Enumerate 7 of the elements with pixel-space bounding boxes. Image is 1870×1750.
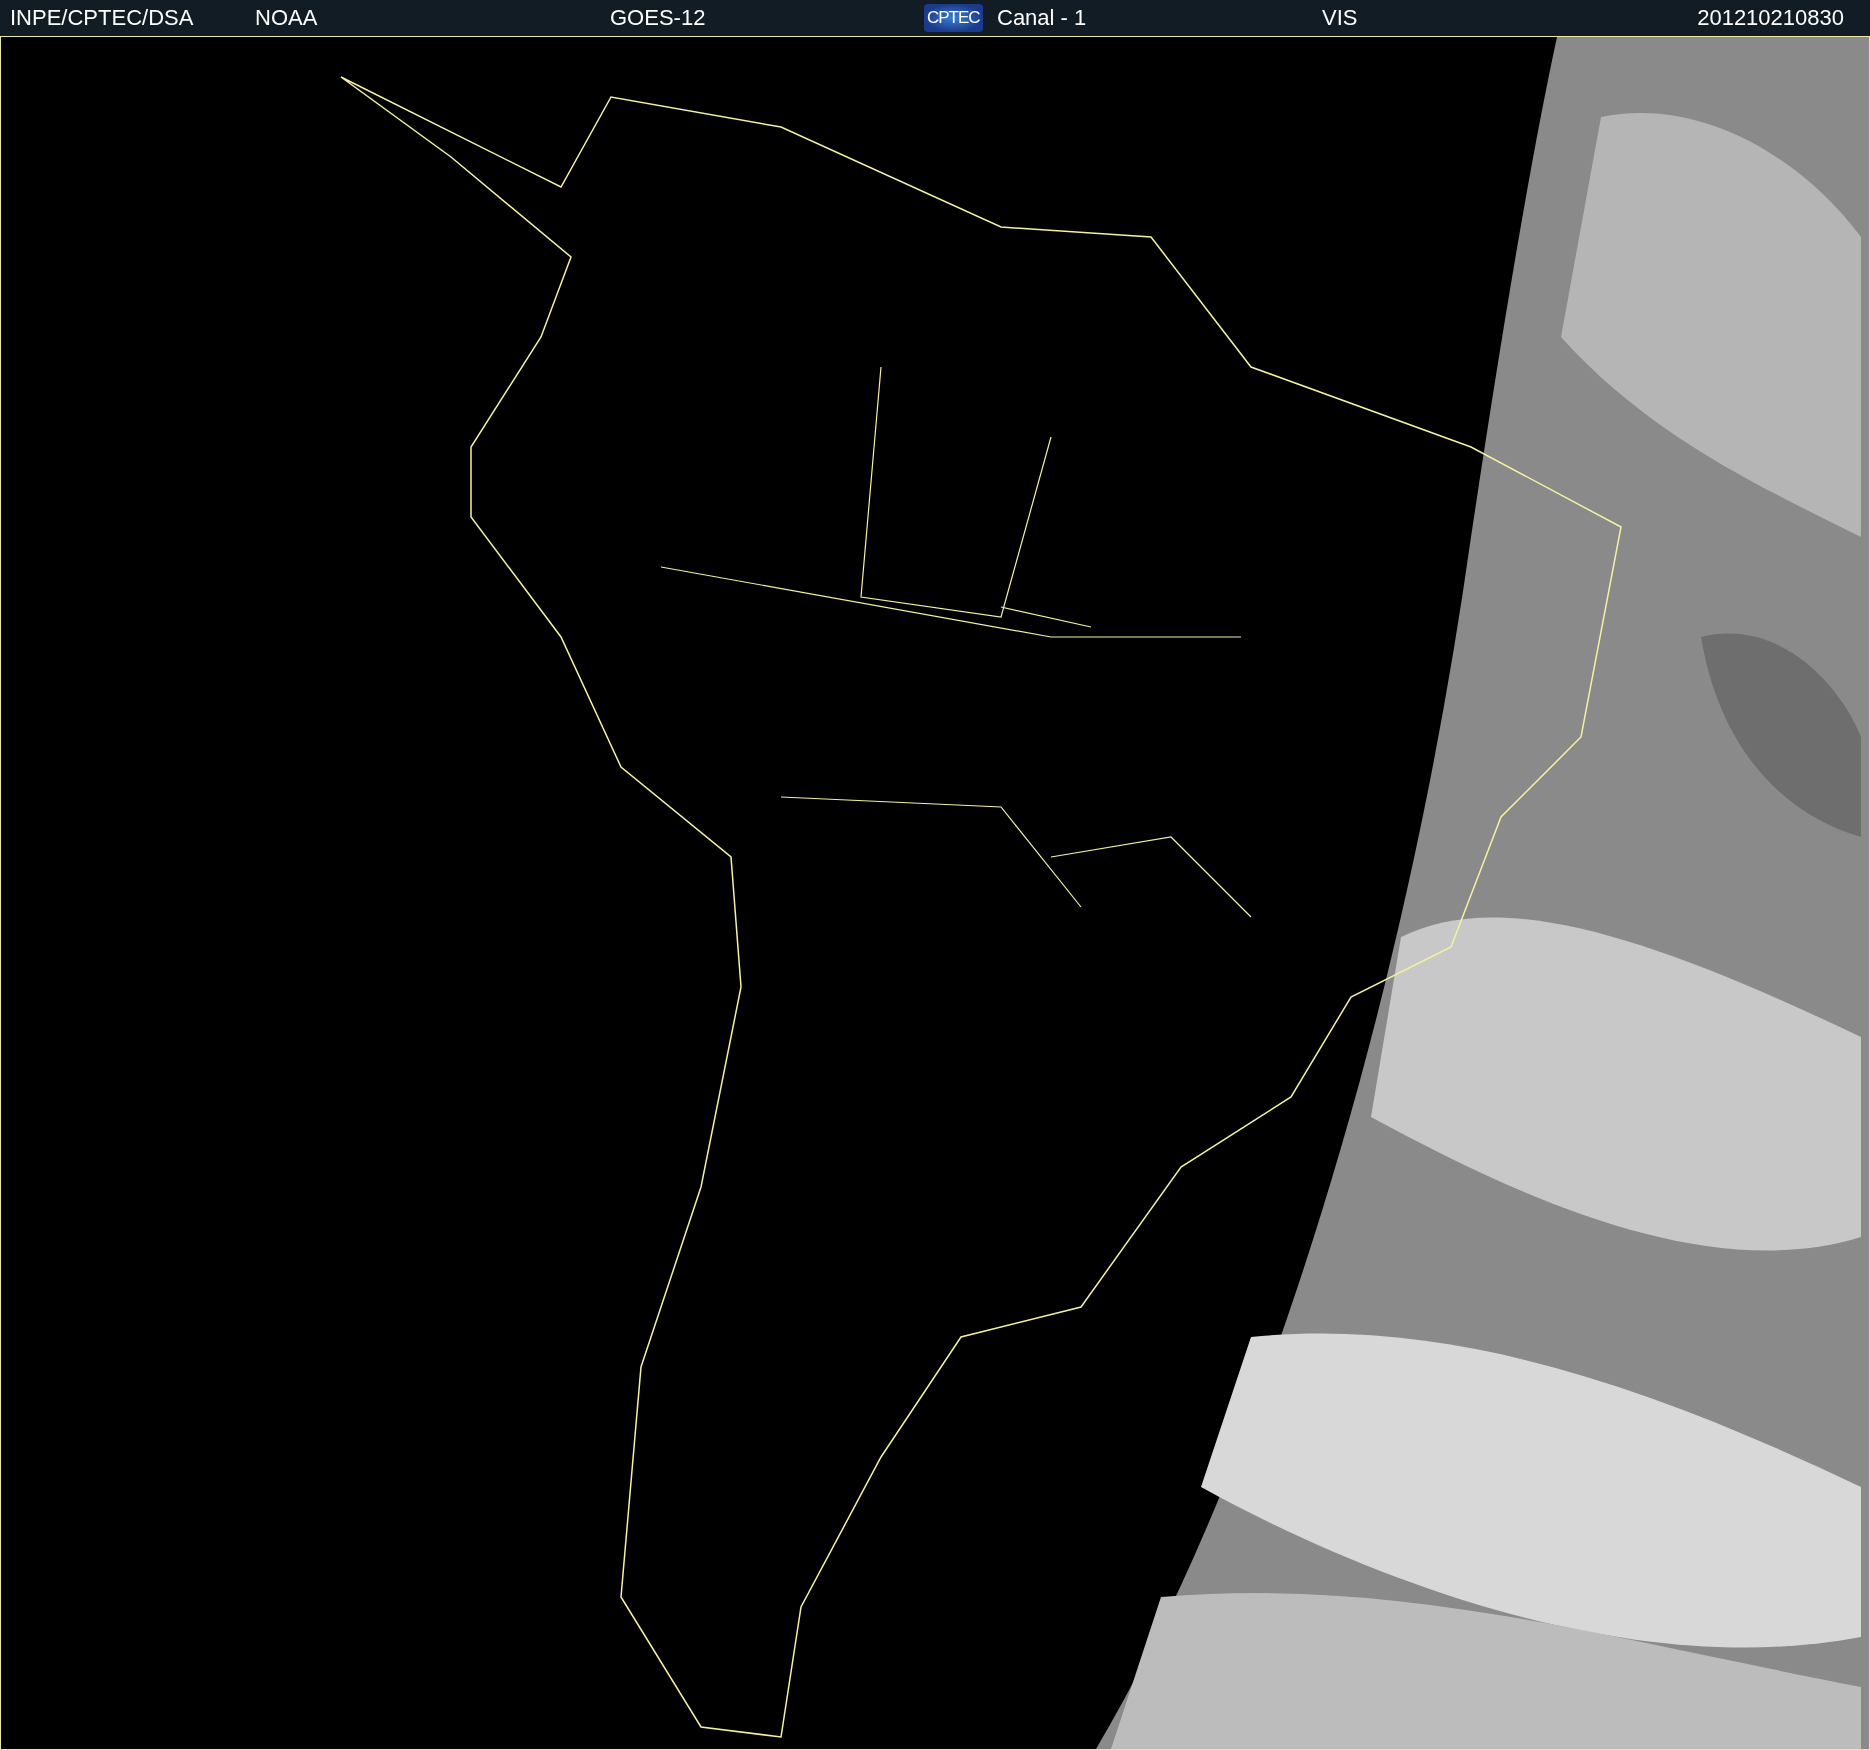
timestamp-label: 201210210830 (1697, 5, 1844, 31)
channel-label: Canal - 1 (997, 5, 1087, 31)
satellite-label: GOES-12 (610, 5, 706, 31)
band-label: VIS (1322, 5, 1358, 31)
agency-label: INPE/CPTEC/DSA (10, 5, 194, 31)
provider-label: NOAA (255, 5, 318, 31)
logo: CPTEC (924, 4, 983, 32)
